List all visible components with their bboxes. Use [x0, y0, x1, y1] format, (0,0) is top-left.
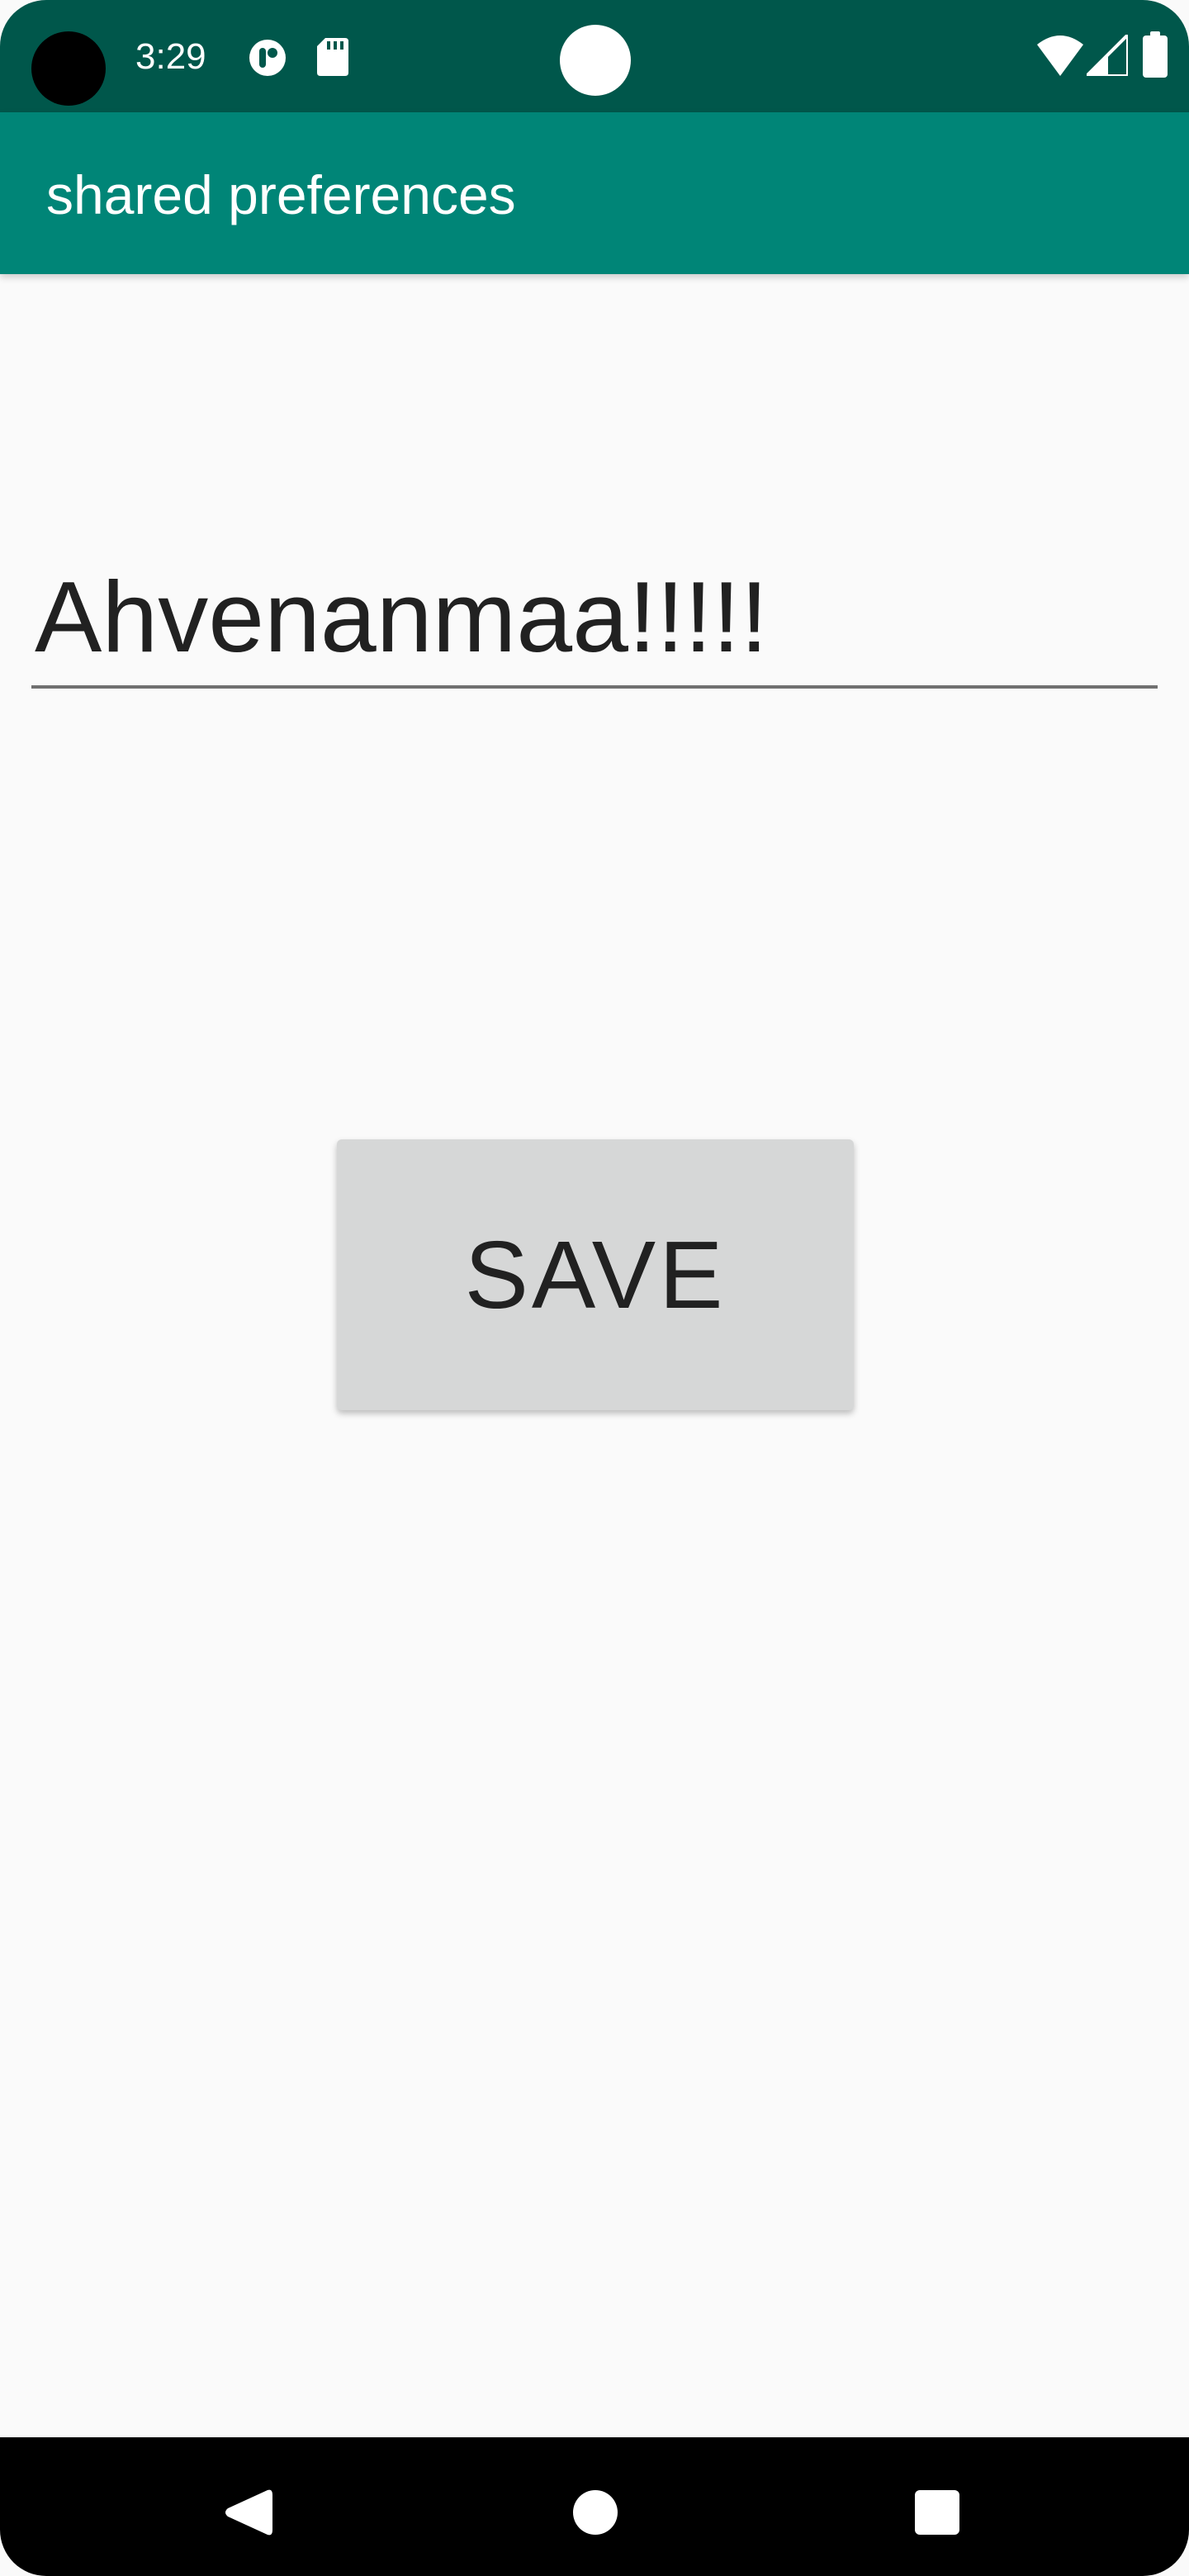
sd-card-icon: [317, 38, 348, 76]
app-bar: shared preferences: [0, 112, 1189, 274]
camera-cutout: [31, 31, 106, 106]
back-icon[interactable]: [225, 2487, 272, 2538]
navigation-bar: [0, 2437, 1189, 2576]
assistant-icon: [249, 40, 286, 76]
recents-icon[interactable]: [915, 2490, 959, 2535]
app-title: shared preferences: [46, 164, 516, 225]
wifi-icon: [1037, 36, 1083, 76]
status-bar: 3:29: [0, 0, 1189, 112]
battery-icon: [1143, 31, 1168, 78]
cell-signal-icon: [1087, 35, 1128, 76]
save-button[interactable]: SAVE: [337, 1139, 854, 1410]
text-input[interactable]: [31, 548, 1158, 689]
front-sensor: [560, 25, 631, 96]
status-time: 3:29: [135, 36, 206, 77]
home-icon[interactable]: [573, 2490, 618, 2535]
